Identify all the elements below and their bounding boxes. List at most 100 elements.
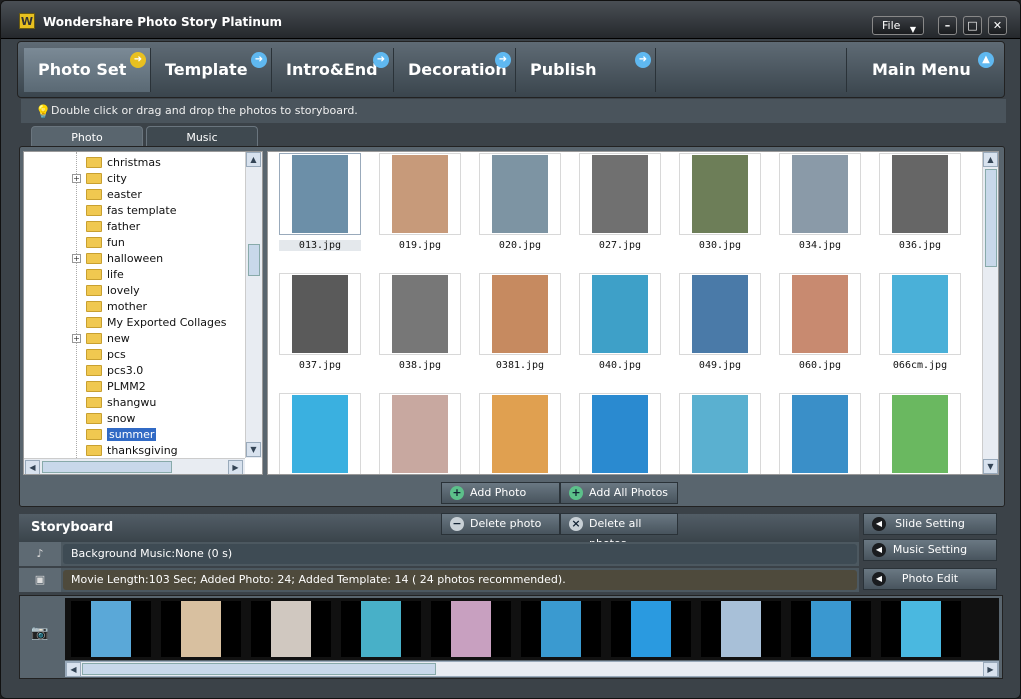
tab-publish[interactable]: Publish ➜ <box>516 48 656 92</box>
photo-thumbnail[interactable] <box>279 273 361 355</box>
photo-filename: 038.jpg <box>398 360 442 371</box>
photo-thumbnail[interactable] <box>779 393 861 474</box>
tree-folder-item[interactable]: shangwu <box>86 395 156 411</box>
tree-folder-item[interactable]: pcs3.0 <box>86 363 143 379</box>
tab-decoration[interactable]: Decoration ➜ <box>394 48 516 92</box>
photo-thumbnail[interactable] <box>479 393 561 474</box>
tree-folder-item[interactable]: new <box>86 331 130 347</box>
photo-thumbnail[interactable] <box>479 273 561 355</box>
tree-folder-item[interactable]: fun <box>86 235 125 251</box>
folder-icon <box>86 268 102 280</box>
scroll-left-icon[interactable]: ◀ <box>66 662 81 677</box>
file-menu-button[interactable]: File ▼ <box>872 16 924 35</box>
storyboard-frame[interactable] <box>341 601 421 657</box>
tree-folder-item[interactable]: lovely <box>86 283 140 299</box>
close-icon: × <box>569 517 583 531</box>
add-all-photos-button[interactable]: + Add All Photos <box>560 482 678 504</box>
add-photo-button[interactable]: + Add Photo <box>441 482 560 504</box>
photo-thumbnail[interactable] <box>879 153 961 235</box>
tree-folder-item[interactable]: summer <box>86 427 157 443</box>
photo-image <box>292 155 348 233</box>
storyboard-frame[interactable] <box>881 601 961 657</box>
photo-thumbnail[interactable] <box>579 153 661 235</box>
tab-template[interactable]: Template ➜ <box>151 48 272 92</box>
tree-folder-item[interactable]: fas template <box>86 203 177 219</box>
expand-icon[interactable]: + <box>72 254 81 263</box>
photo-thumbnail[interactable] <box>279 153 361 235</box>
scroll-thumb[interactable] <box>82 663 436 675</box>
photo-edit-button[interactable]: ◀ Photo Edit <box>863 568 997 590</box>
photo-image <box>492 155 548 233</box>
slide-setting-button[interactable]: ◀ Slide Setting <box>863 513 997 535</box>
music-note-icon: ♪ <box>19 542 61 566</box>
tree-folder-item[interactable]: PLMM2 <box>86 379 146 395</box>
tree-connector <box>76 152 77 458</box>
minimize-button[interactable]: – <box>938 16 957 35</box>
tree-folder-item[interactable]: father <box>86 219 140 235</box>
tab-photo-set[interactable]: Photo Set ➜ <box>24 48 151 92</box>
photo-thumbnail[interactable] <box>779 153 861 235</box>
storyboard-frame[interactable] <box>431 601 511 657</box>
storyboard-frame[interactable] <box>521 601 601 657</box>
photo-filename: 060.jpg <box>798 360 842 371</box>
storyboard-frame[interactable] <box>791 601 871 657</box>
scroll-thumb[interactable] <box>42 461 172 473</box>
scroll-right-icon[interactable]: ▶ <box>228 460 243 474</box>
tree-folder-item[interactable]: city <box>86 171 127 187</box>
tab-photo[interactable]: Photo <box>31 126 143 148</box>
tree-folder-item[interactable]: snow <box>86 411 135 427</box>
photo-thumbnail[interactable] <box>579 393 661 474</box>
photo-thumbnail[interactable] <box>679 273 761 355</box>
grid-vertical-scrollbar[interactable]: ▲ ▼ <box>982 152 998 474</box>
storyboard-frame[interactable] <box>251 601 331 657</box>
photo-thumbnail[interactable] <box>779 273 861 355</box>
close-button[interactable]: ✕ <box>988 16 1007 35</box>
delete-photo-button[interactable]: − Delete photo <box>441 513 560 535</box>
photo-thumbnail[interactable] <box>879 393 961 474</box>
photo-thumbnail[interactable] <box>479 153 561 235</box>
storyboard-frame[interactable] <box>701 601 781 657</box>
tab-music[interactable]: Music <box>146 126 258 148</box>
tab-label: Publish <box>530 60 597 79</box>
photo-thumbnail[interactable] <box>679 393 761 474</box>
tree-folder-item[interactable]: thanksgiving <box>86 443 178 459</box>
expand-icon[interactable]: + <box>72 334 81 343</box>
scroll-up-icon[interactable]: ▲ <box>246 152 261 167</box>
tree-folder-item[interactable]: mother <box>86 299 147 315</box>
scroll-thumb[interactable] <box>985 169 997 267</box>
scroll-right-icon[interactable]: ▶ <box>983 662 998 677</box>
tree-folder-label: new <box>107 332 130 345</box>
photo-thumbnail[interactable] <box>579 273 661 355</box>
maximize-button[interactable]: □ <box>963 16 982 35</box>
expand-icon[interactable]: + <box>72 174 81 183</box>
tree-horizontal-scrollbar[interactable]: ◀ ▶ <box>24 458 245 474</box>
photo-thumbnail[interactable] <box>379 393 461 474</box>
folder-icon <box>86 332 102 344</box>
storyboard-film <box>65 598 999 660</box>
photo-thumbnail[interactable] <box>379 273 461 355</box>
scroll-thumb[interactable] <box>248 244 260 276</box>
delete-all-photos-button[interactable]: ×Delete all photos <box>560 513 678 550</box>
music-setting-button[interactable]: ◀ Music Setting <box>863 539 997 561</box>
tab-intro-end[interactable]: Intro&End ➜ <box>272 48 394 92</box>
tree-folder-item[interactable]: easter <box>86 187 142 203</box>
photo-thumbnail[interactable] <box>679 153 761 235</box>
photo-thumbnail[interactable] <box>879 273 961 355</box>
main-menu-button[interactable]: Main Menu ▲ <box>846 48 998 92</box>
storyboard-scrollbar[interactable]: ◀ ▶ <box>65 661 999 677</box>
tree-folder-item[interactable]: christmas <box>86 155 161 171</box>
tree-vertical-scrollbar[interactable]: ▲ ▼ <box>245 152 262 458</box>
tree-folder-item[interactable]: My Exported Collages <box>86 315 227 331</box>
tree-folder-item[interactable]: life <box>86 267 124 283</box>
photo-thumbnail[interactable] <box>279 393 361 474</box>
photo-thumbnail[interactable] <box>379 153 461 235</box>
scroll-down-icon[interactable]: ▼ <box>246 442 261 457</box>
tree-folder-item[interactable]: pcs <box>86 347 126 363</box>
storyboard-frame[interactable] <box>161 601 241 657</box>
storyboard-frame[interactable] <box>71 601 151 657</box>
storyboard-frame[interactable] <box>611 601 691 657</box>
scroll-up-icon[interactable]: ▲ <box>983 152 998 167</box>
tree-folder-item[interactable]: halloween <box>86 251 163 267</box>
scroll-left-icon[interactable]: ◀ <box>25 460 40 474</box>
scroll-down-icon[interactable]: ▼ <box>983 459 998 474</box>
